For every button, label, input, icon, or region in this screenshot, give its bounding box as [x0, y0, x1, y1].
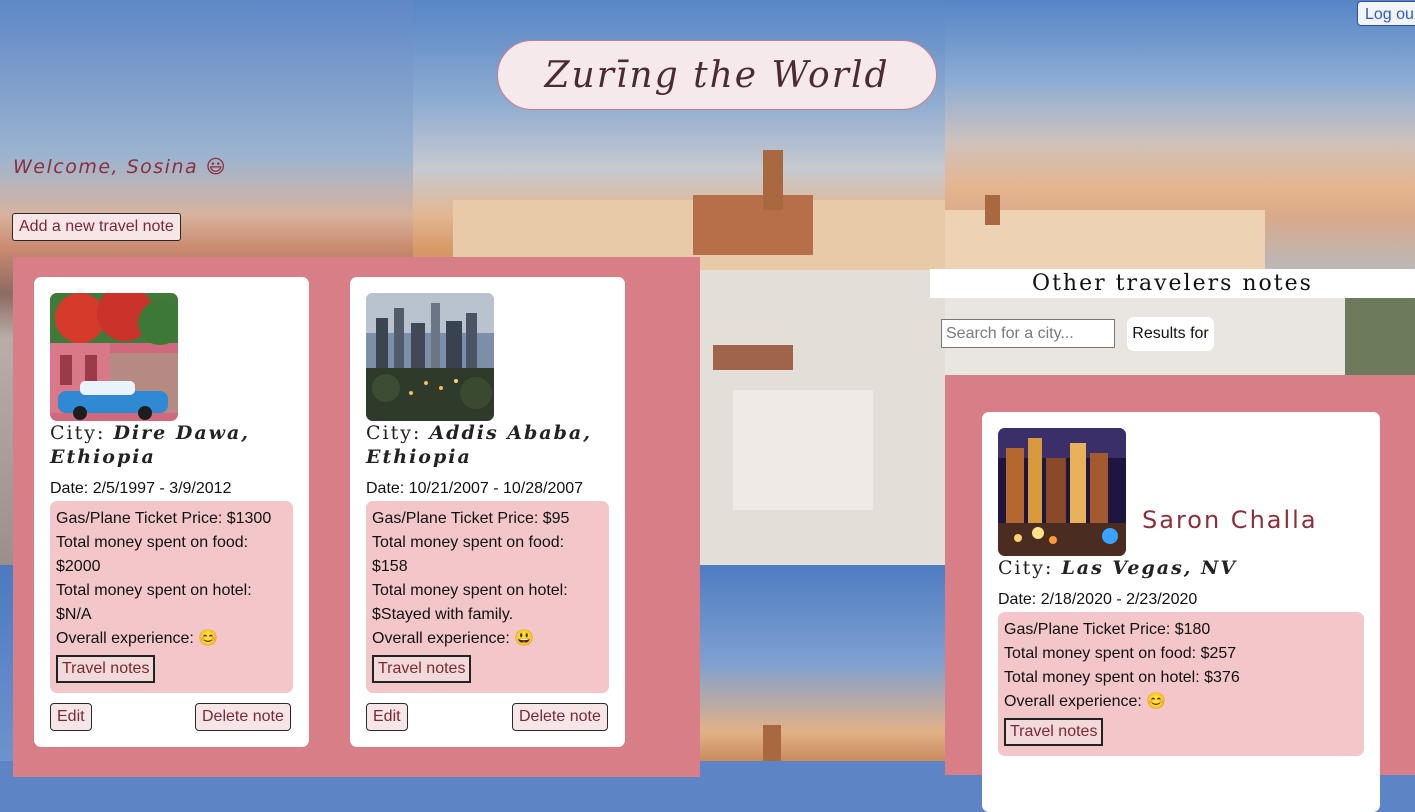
travel-note-card: City: Dire Dawa, Ethiopia Date: 2/5/1997…: [34, 277, 309, 747]
note-details: Gas/Plane Ticket Price: $1300 Total mone…: [50, 501, 293, 693]
food-label: Total money spent on food:: [56, 534, 249, 551]
edit-button[interactable]: Edit: [366, 703, 408, 731]
food-value: $158: [372, 558, 408, 575]
hotel-value: $Stayed with family.: [372, 606, 514, 623]
ticket-price: Gas/Plane Ticket Price: $95: [372, 510, 570, 527]
travel-notes-button[interactable]: Travel notes: [56, 655, 156, 683]
hotel-value: $N/A: [56, 606, 92, 623]
note-city: City: Addis Ababa, Ethiopia: [366, 422, 592, 468]
hotel-label: Total money spent on hotel:: [372, 582, 568, 599]
note-details: Gas/Plane Ticket Price: $95 Total money …: [366, 501, 609, 693]
travel-note-card: City: Addis Ababa, Ethiopia Date: 10/21/…: [350, 277, 625, 747]
overall-experience: Overall experience: 😊: [1004, 693, 1167, 710]
city-search-input[interactable]: [941, 319, 1115, 348]
logout-button[interactable]: Log ou: [1357, 1, 1415, 26]
traveler-name: Saron Challa: [1142, 506, 1318, 534]
note-city: City: Las Vegas, NV: [998, 557, 1238, 579]
note-date: Date: 10/21/2007 - 10/28/2007: [366, 480, 584, 497]
other-travelers-panel: Saron Challa City: Las Vegas, NV Date: 2…: [945, 375, 1415, 812]
note-date: Date: 2/5/1997 - 3/9/2012: [50, 480, 232, 497]
welcome-message: Welcome, Sosina 😃: [13, 156, 227, 178]
note-date: Date: 2/18/2020 - 2/23/2020: [998, 591, 1198, 608]
city-photo: [366, 293, 494, 421]
delete-note-button[interactable]: Delete note: [512, 703, 608, 731]
add-travel-note-button[interactable]: Add a new travel note: [12, 213, 181, 241]
delete-note-button[interactable]: Delete note: [195, 703, 291, 731]
background-photo-bottom: [700, 565, 945, 761]
travel-notes-button[interactable]: Travel notes: [372, 655, 472, 683]
overall-experience: Overall experience: 😃: [372, 630, 535, 647]
my-notes-panel: City: Dire Dawa, Ethiopia Date: 2/5/1997…: [13, 257, 700, 777]
food-spent: Total money spent on food: $257: [1004, 645, 1237, 662]
ticket-price: Gas/Plane Ticket Price: $1300: [56, 510, 272, 527]
food-value: $2000: [56, 558, 101, 575]
city-photo: [998, 428, 1126, 556]
city-photo: [50, 293, 178, 421]
travel-notes-button[interactable]: Travel notes: [1004, 718, 1104, 746]
note-details: Gas/Plane Ticket Price: $180 Total money…: [998, 612, 1364, 756]
hotel-spent: Total money spent on hotel: $376: [1004, 669, 1240, 686]
edit-button[interactable]: Edit: [50, 703, 92, 731]
other-note-card: Saron Challa City: Las Vegas, NV Date: 2…: [982, 412, 1380, 812]
ticket-price: Gas/Plane Ticket Price: $180: [1004, 621, 1211, 638]
food-label: Total money spent on food:: [372, 534, 565, 551]
overall-experience: Overall experience: 😊: [56, 630, 219, 647]
hotel-label: Total money spent on hotel:: [56, 582, 252, 599]
results-for-button[interactable]: Results for: [1127, 317, 1214, 351]
note-city: City: Dire Dawa, Ethiopia: [50, 422, 250, 468]
other-travelers-header: Other travelers notes: [930, 269, 1415, 298]
site-title: Zurīng the World: [497, 40, 937, 110]
